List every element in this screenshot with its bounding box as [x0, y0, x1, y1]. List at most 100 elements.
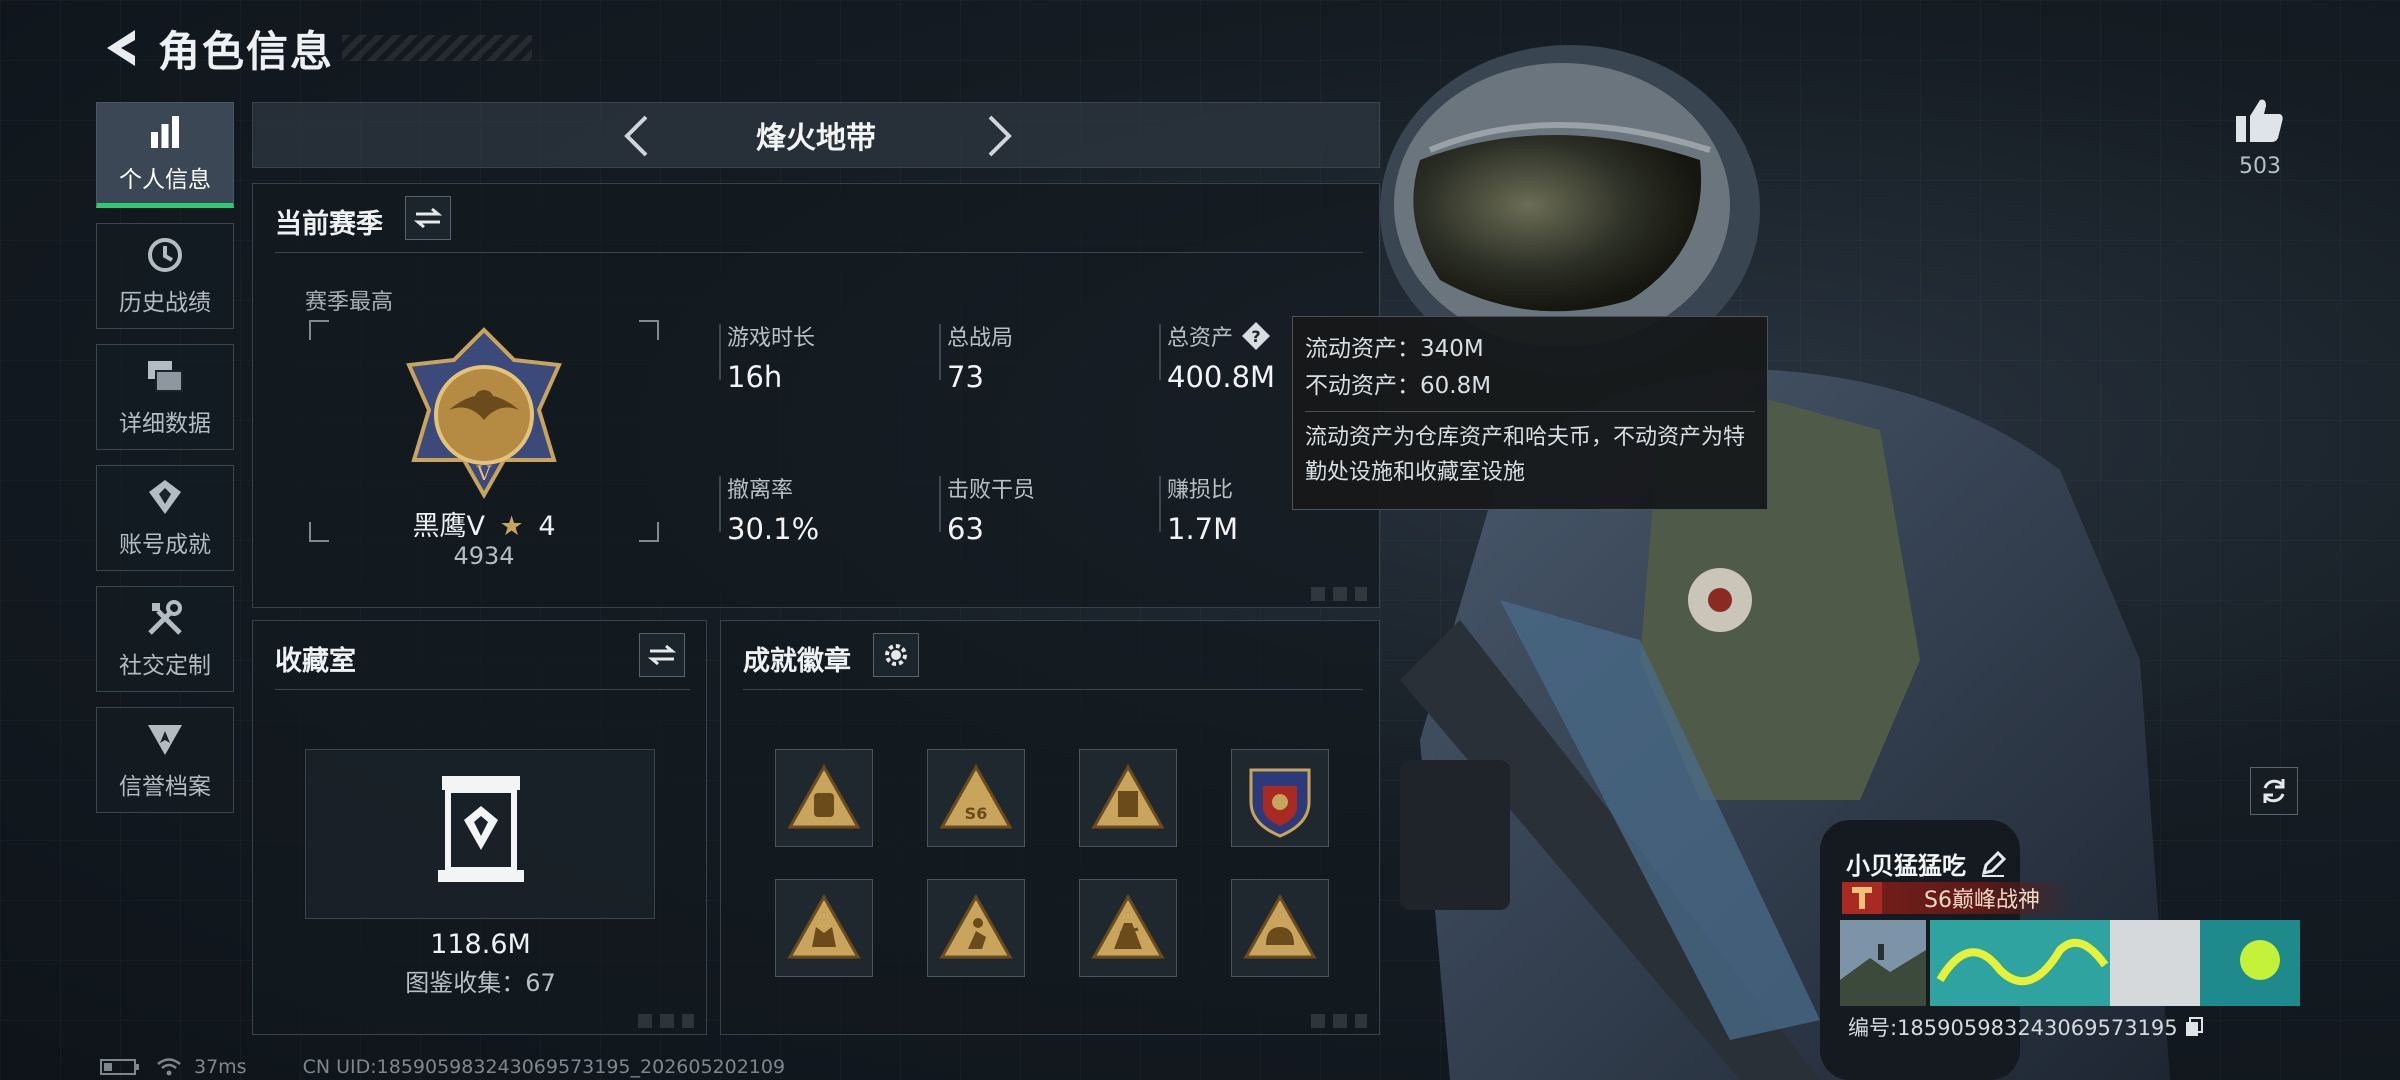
wrench-screwdriver-icon	[145, 598, 185, 638]
gear-icon	[885, 644, 907, 666]
rank-name: 黑鹰V	[412, 511, 485, 542]
medal-slot[interactable]	[1231, 749, 1329, 847]
nav-item-history[interactable]: 历史战绩	[96, 223, 234, 329]
mode-prev-button[interactable]	[611, 111, 661, 161]
swap-icon	[414, 207, 442, 229]
hand-medal-icon	[787, 893, 861, 959]
tooltip-divider	[1305, 410, 1755, 412]
vault-preview[interactable]	[305, 749, 655, 919]
tooltip-liquid-assets: 流动资产：340M	[1305, 336, 1484, 362]
player-card: 小贝猛猛吃 S6巅峰战神 编号:18590598324306957319​5	[1838, 840, 2300, 1045]
medal-slot[interactable]	[1079, 749, 1177, 847]
divider	[275, 252, 1363, 253]
card-landscape-image	[1840, 920, 1926, 1006]
season-panel: 当前赛季 赛季最高 V 黑鹰V ★ 4 4934 游戏时长 16h 总战局 73	[252, 183, 1380, 608]
page-title: 角色信息	[158, 26, 335, 76]
stat-total-assets: 总资产 ? 400.8M	[1159, 320, 1276, 394]
ping-value: 37ms	[194, 1056, 247, 1078]
player-name: 小贝猛猛吃	[1846, 852, 1966, 880]
copy-icon[interactable]	[2184, 1016, 2204, 1038]
status-bar: 37ms CN UID:18590598324306957319​5_20260…	[100, 1056, 785, 1078]
achievements-panel: 成就徽章 S6	[720, 620, 1380, 1035]
medal-slot[interactable]: S6	[927, 749, 1025, 847]
rank-score: 4934	[453, 542, 515, 570]
back-arrow-icon	[107, 30, 135, 66]
title-emblem-icon	[1842, 882, 1882, 914]
back-button[interactable]	[96, 23, 146, 73]
card-medal-icon	[1091, 763, 1165, 829]
help-icon[interactable]: ?	[1241, 321, 1271, 351]
rank-stars: 4	[538, 511, 556, 542]
season-best-label: 赛季最高	[305, 290, 394, 315]
divider	[743, 689, 1363, 690]
player-name-row: 小贝猛猛吃	[1846, 846, 2006, 881]
season-switch-button[interactable]	[405, 196, 451, 240]
thumbs-up-icon[interactable]	[2234, 96, 2286, 144]
total-assets-label: 总资产	[1167, 326, 1234, 351]
total-assets-value: 400.8M	[1167, 360, 1276, 394]
player-id-row: 编号:18590598324306957319​5	[1848, 1012, 2204, 1042]
tooltip-description: 流动资产为仓库资产和哈夫币，不动资产为特勤处设施和收藏室设施	[1305, 424, 1746, 485]
achievements-settings-button[interactable]	[873, 633, 919, 677]
stat-total-matches: 总战局 73	[939, 320, 1013, 394]
nav-item-label: 历史战绩	[119, 290, 211, 316]
mode-title: 烽火地带	[756, 121, 876, 156]
nav-item-label: 账号成就	[119, 532, 211, 558]
bag-medal-icon	[787, 763, 861, 829]
medal-slot[interactable]	[1079, 879, 1177, 977]
like-count: 503	[2239, 154, 2281, 179]
header: 角色信息	[96, 18, 533, 78]
tooltip-fixed-assets: 不动资产：60.8M	[1305, 372, 1492, 399]
svg-text:S6: S6	[965, 804, 988, 823]
stat-kills: 击败干员 63	[939, 472, 1035, 546]
stat-play-time: 游戏时长 16h	[719, 320, 815, 394]
medal-slot[interactable]	[927, 879, 1025, 977]
corner-decoration	[634, 1014, 694, 1028]
medal-slot[interactable]	[775, 879, 873, 977]
nav-item-detail-data[interactable]: 详细数据	[96, 344, 234, 450]
nav-item-label: 个人信息	[119, 167, 211, 193]
title-badge: S6巅峰战神	[1842, 882, 2074, 914]
refresh-button[interactable]	[2250, 767, 2298, 815]
medal-slot[interactable]	[1231, 879, 1329, 977]
card-graffiti-image	[1930, 920, 2300, 1006]
nav-item-label: 信誉档案	[119, 774, 211, 800]
side-nav: 个人信息 历史战绩 详细数据 账号成就 社交定制 信誉档案	[96, 102, 234, 828]
soldier-medal-icon	[1091, 893, 1165, 959]
nav-item-label: 社交定制	[119, 653, 211, 679]
mode-next-button[interactable]	[975, 111, 1025, 161]
chevron-right-icon	[988, 115, 1012, 157]
vault-switch-button[interactable]	[639, 633, 685, 677]
title-decoration	[342, 35, 533, 61]
svg-text:V: V	[476, 461, 492, 485]
vault-display-case-icon	[438, 776, 524, 882]
nav-item-label: 详细数据	[119, 411, 211, 437]
svg-text:?: ?	[1251, 327, 1260, 346]
stat-profit-ratio: 赚损比 1.7M	[1159, 472, 1238, 546]
eagle-shield-medal-icon	[1249, 768, 1311, 838]
uid-label: CN UID:18590598324306957319​5_2026052021…	[302, 1056, 786, 1078]
edit-pencil-icon[interactable]	[1980, 850, 2006, 877]
helmet-medal-icon	[1243, 893, 1317, 959]
vault-panel: 收藏室 118.6M 图鉴收集：67	[252, 620, 707, 1035]
nav-item-personal-info[interactable]: 个人信息	[96, 102, 234, 208]
achievement-icon	[145, 477, 185, 517]
corner-decoration	[1307, 587, 1367, 601]
like-area: 503	[2230, 96, 2290, 179]
season-title: 当前赛季	[275, 209, 383, 240]
divider	[275, 689, 690, 690]
runner-medal-icon	[939, 893, 1013, 959]
vault-value: 118.6M	[430, 929, 531, 960]
chevron-left-icon	[624, 115, 648, 157]
bar-chart-icon	[145, 112, 185, 152]
medal-slot[interactable]	[775, 749, 873, 847]
swap-icon	[648, 644, 676, 666]
nav-item-social-customize[interactable]: 社交定制	[96, 586, 234, 692]
shield-emblem-icon	[145, 719, 185, 759]
nav-item-achievements[interactable]: 账号成就	[96, 465, 234, 571]
nav-item-credit-record[interactable]: 信誉档案	[96, 707, 234, 813]
vault-title: 收藏室	[275, 646, 356, 677]
stat-evac-rate: 撤离率 30.1%	[719, 472, 819, 546]
rank-emblem-icon: V	[406, 327, 562, 500]
player-title: S6巅峰战神	[1924, 888, 2040, 913]
